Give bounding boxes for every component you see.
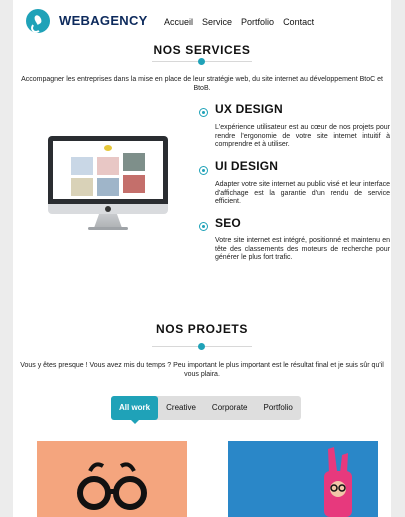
service-title-ui: UI DESIGN bbox=[215, 159, 279, 173]
separator-dot-icon bbox=[198, 58, 205, 65]
ui-icon bbox=[199, 166, 208, 175]
filter-corporate[interactable]: Corporate bbox=[204, 396, 256, 420]
page: WEBAGENCY Accueil Service Portfolio Cont… bbox=[13, 0, 391, 517]
nav-accueil[interactable]: Accueil bbox=[164, 17, 193, 27]
glasses-illustration bbox=[77, 462, 147, 510]
filter-all-work[interactable]: All work bbox=[111, 396, 159, 424]
project-card-glasses[interactable] bbox=[37, 441, 187, 517]
service-text-ux: L'expérience utilisateur est au cœur de … bbox=[215, 124, 390, 148]
service-title-seo: SEO bbox=[215, 216, 241, 230]
bunny-illustration bbox=[324, 447, 352, 517]
screen-thumb bbox=[71, 157, 93, 175]
monitor-stand bbox=[94, 214, 122, 228]
projects-intro: Vous y êtes presque ! Vous avez mis du t… bbox=[20, 362, 384, 378]
filter-creative[interactable]: Creative bbox=[158, 396, 204, 420]
filter-portfolio[interactable]: Portfolio bbox=[256, 396, 301, 420]
screen-thumb bbox=[123, 153, 145, 171]
services-separator bbox=[152, 58, 252, 65]
logo-icon[interactable] bbox=[26, 9, 50, 33]
monitor-screen bbox=[48, 136, 168, 212]
logo-text[interactable]: WEBAGENCY bbox=[59, 13, 148, 28]
nav-portfolio[interactable]: Portfolio bbox=[241, 17, 274, 27]
seo-icon bbox=[199, 222, 208, 231]
apple-logo-icon bbox=[105, 206, 111, 212]
service-title-ux: UX DESIGN bbox=[215, 102, 283, 116]
monitor-image bbox=[48, 136, 168, 234]
project-filters: All work Creative Corporate Portfolio bbox=[111, 396, 301, 424]
monitor-foot bbox=[88, 227, 128, 230]
separator-dot-icon bbox=[198, 343, 205, 350]
screen-thumb bbox=[97, 157, 119, 175]
service-text-ui: Adapter votre site internet au public vi… bbox=[215, 181, 390, 205]
screen-thumb bbox=[97, 178, 119, 196]
projects-title: NOS PROJETS bbox=[156, 322, 248, 336]
projects-separator bbox=[152, 343, 252, 350]
services-title: NOS SERVICES bbox=[153, 43, 251, 57]
ux-icon bbox=[199, 108, 208, 117]
nav-service[interactable]: Service bbox=[202, 17, 232, 27]
services-intro: Accompagner les entreprises dans la mise… bbox=[21, 76, 383, 92]
service-text-seo: Votre site internet est intégré, positio… bbox=[215, 237, 390, 261]
site-header: WEBAGENCY Accueil Service Portfolio Cont… bbox=[13, 0, 391, 42]
screen-logo-icon bbox=[104, 145, 112, 151]
screen-thumb bbox=[71, 178, 93, 196]
main-nav: Accueil Service Portfolio Contact bbox=[164, 17, 314, 27]
screen-thumb bbox=[123, 175, 145, 193]
nav-contact[interactable]: Contact bbox=[283, 17, 314, 27]
screen-content bbox=[53, 141, 163, 199]
project-card-bunny[interactable] bbox=[228, 441, 378, 517]
